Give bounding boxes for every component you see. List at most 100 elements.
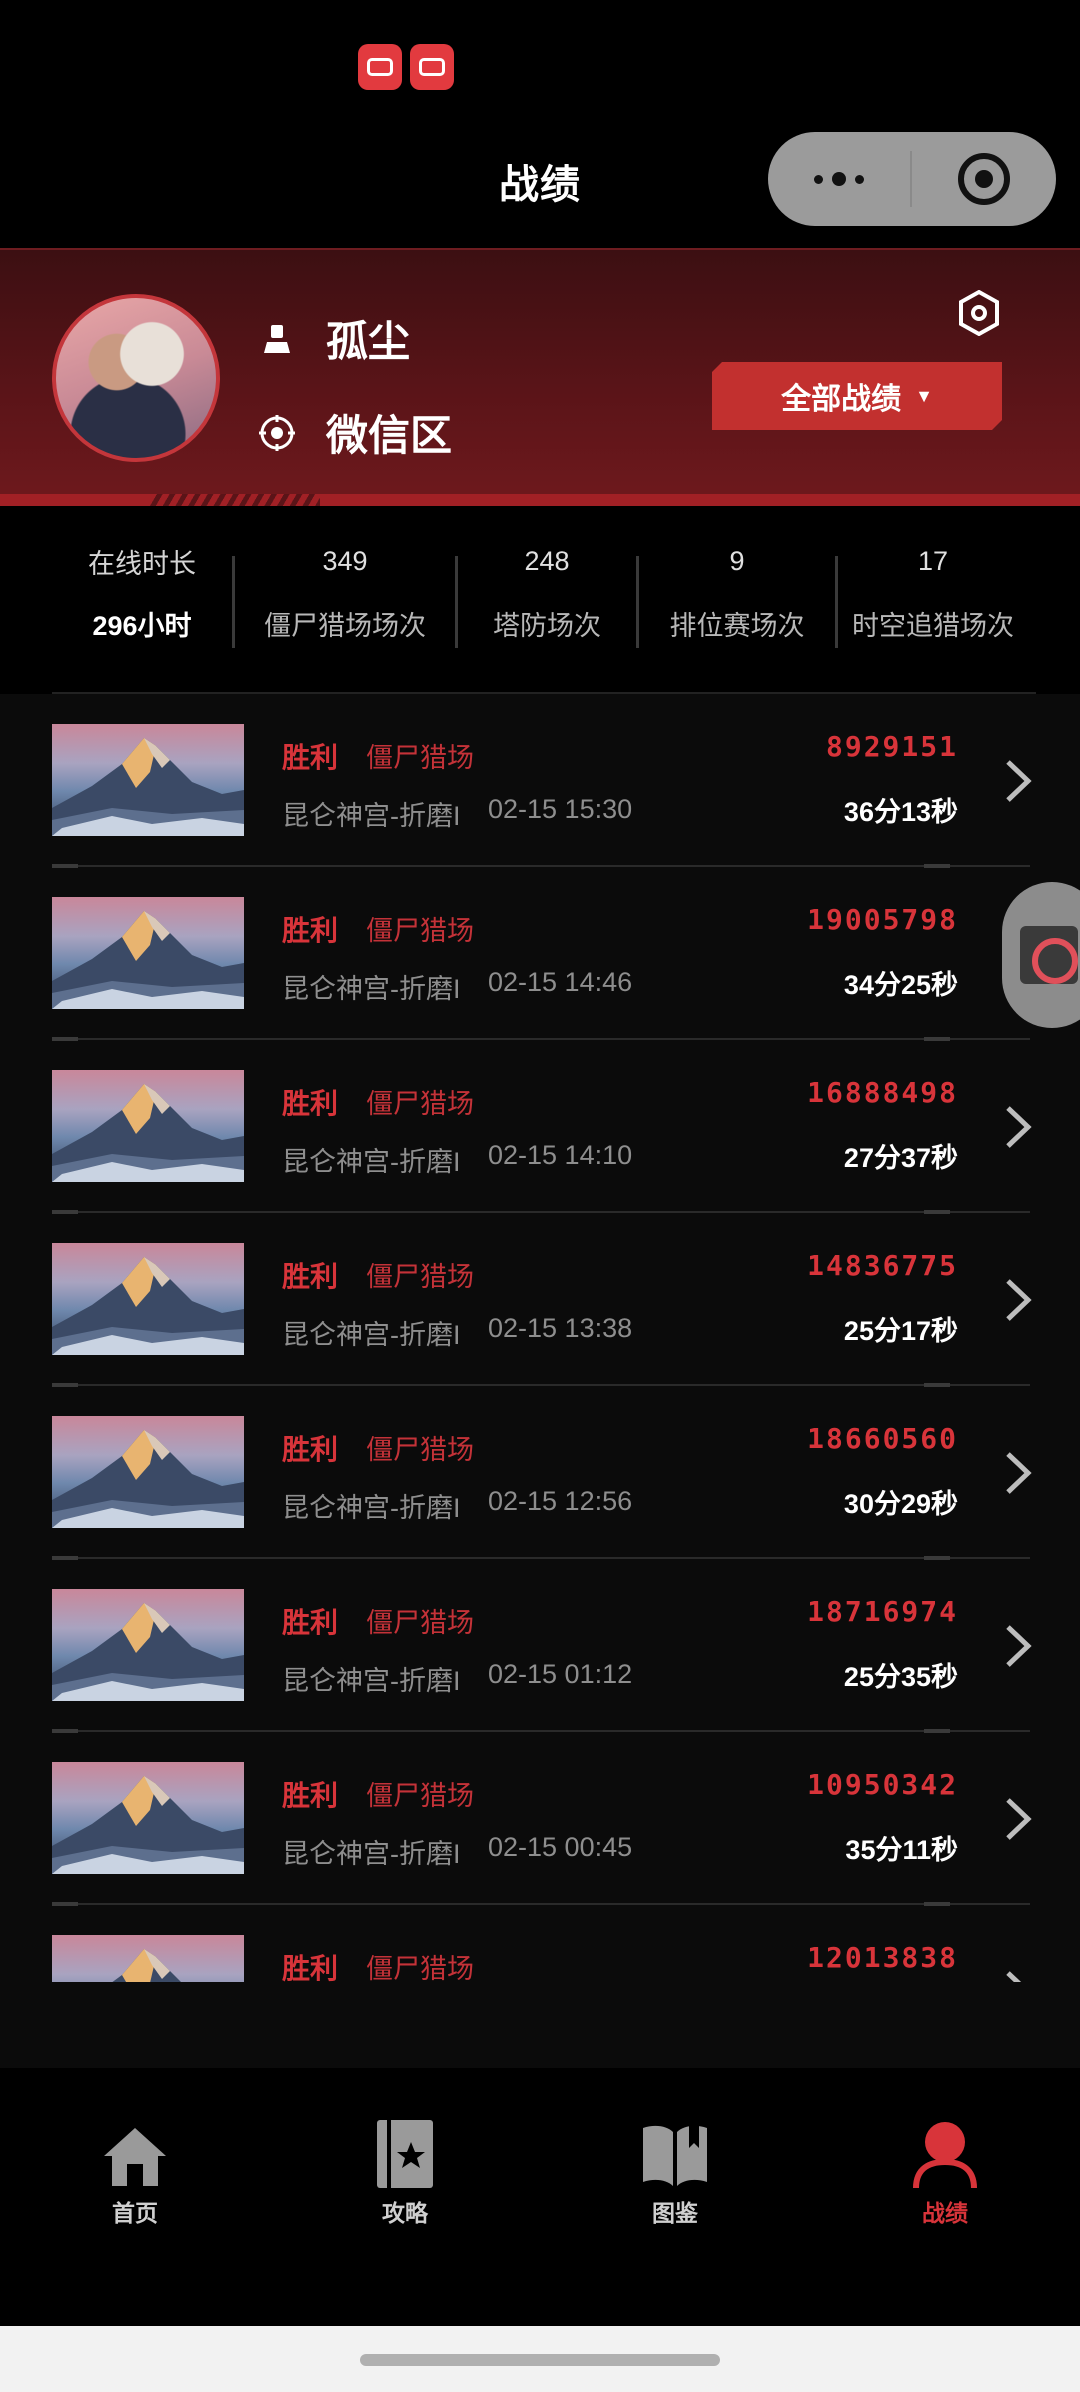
record-row[interactable]: 胜利 僵尸猎场 昆仑神宫-折磨I 02-15 00:45 10950342 35分11秒 (0, 1732, 1080, 1906)
status-notification-icons (358, 44, 454, 90)
all-records-dropdown[interactable]: 全部战绩 ▼ (712, 362, 1002, 430)
record-row[interactable]: 胜利 僵尸猎场 12013838 (0, 1905, 1080, 1982)
tab-home[interactable]: 首页 (0, 2068, 270, 2326)
map-thumbnail (52, 897, 244, 1009)
home-indicator[interactable] (360, 2354, 720, 2366)
game-mode: 僵尸猎场 (366, 1781, 474, 1811)
game-mode: 僵尸猎场 (366, 1435, 474, 1465)
home-icon (99, 2118, 171, 2190)
tab-label: 图鉴 (652, 2200, 698, 2226)
chevron-right-icon[interactable] (1000, 1621, 1036, 1671)
match-result: 胜利 (282, 1088, 339, 1119)
tab-label: 战绩 (922, 2200, 968, 2226)
map-thumbnail (52, 1243, 244, 1355)
record-row[interactable]: 胜利 僵尸猎场昆仑神宫-折磨I 02-15 14:10 16888498 27分37秒 (0, 1040, 1080, 1214)
app-top-bar: 战绩 (0, 0, 1080, 248)
book-icon (639, 2118, 711, 2190)
stat-label: 时空追猎场次 (852, 611, 1014, 641)
match-result: 胜利 (282, 1434, 339, 1465)
map-name: 昆仑神宫-折磨I (282, 1320, 461, 1350)
stat-zombie-hunt: 349 僵尸猎场场次 (235, 540, 455, 690)
profile-icon (909, 2118, 981, 2190)
record-row[interactable]: 胜利 僵尸猎场 昆仑神宫-折磨I 02-15 12:56 18660560 30分29秒 (0, 1386, 1080, 1560)
video-app-icon (410, 44, 454, 90)
header-divider (0, 494, 1080, 506)
map-thumbnail (52, 724, 244, 836)
match-duration: 34分25秒 (843, 970, 958, 1000)
match-time: 02-15 14:10 (488, 1140, 633, 1170)
hexagon-settings-icon[interactable] (956, 290, 1002, 336)
stats-summary: 在线时长 296小时 349 僵尸猎场场次 248 塔防场次 9 排位赛场次 1… (52, 540, 1028, 690)
match-result: 胜利 (282, 1780, 339, 1811)
player-name: 孤尘 (326, 318, 411, 365)
record-row[interactable]: 胜利 僵尸猎场 昆仑神宫-折磨I 02-15 15:30 8929151 36分13秒 (0, 694, 1080, 868)
stat-ranked: 9 排位赛场次 (639, 540, 835, 690)
match-result: 胜利 (282, 1261, 339, 1292)
match-duration: 36分13秒 (843, 797, 958, 827)
player-name-row: 孤尘 (258, 308, 410, 369)
match-duration: 30分29秒 (843, 1489, 958, 1519)
tab-records[interactable]: 战绩 (810, 2068, 1080, 2326)
crosshair-icon (258, 414, 296, 452)
avatar[interactable] (52, 294, 220, 462)
region-row: 微信区 (258, 402, 452, 463)
all-records-label: 全部战绩 (781, 383, 902, 416)
game-mode: 僵尸猎场 (366, 1089, 474, 1119)
close-miniprogram-icon[interactable] (912, 153, 1056, 205)
match-result: 胜利 (282, 915, 339, 946)
tab-encyclopedia[interactable]: 图鉴 (540, 2068, 810, 2326)
game-mode: 僵尸猎场 (366, 1954, 474, 1982)
stat-value: 248 (524, 545, 570, 576)
map-thumbnail (52, 1762, 244, 1874)
stat-online-time: 在线时长 296小时 (52, 540, 232, 690)
guide-icon (369, 2118, 441, 2190)
match-duration: 35分11秒 (845, 1835, 958, 1865)
floating-assistant-button[interactable] (1002, 882, 1080, 1028)
match-score: 19005798 (807, 903, 958, 936)
chevron-right-icon[interactable] (1000, 1275, 1036, 1325)
match-time: 02-15 13:38 (488, 1313, 633, 1343)
record-list[interactable]: 胜利 僵尸猎场 昆仑神宫-折磨I 02-15 15:30 8929151 36分13秒 胜利… (0, 694, 1080, 1982)
match-duration: 25分35秒 (843, 1662, 958, 1692)
user-icon (258, 320, 296, 358)
match-result: 胜利 (282, 1953, 339, 1982)
tab-guide[interactable]: 攻略 (270, 2068, 540, 2326)
stat-label: 塔防场次 (493, 611, 601, 641)
game-mode: 僵尸猎场 (366, 916, 474, 946)
dropdown-caret-icon: ▼ (915, 385, 933, 406)
map-name: 昆仑神宫-折磨I (282, 801, 461, 831)
chevron-right-icon[interactable] (1000, 1448, 1036, 1498)
stat-time-hunt: 17 时空追猎场次 (838, 540, 1028, 690)
record-row[interactable]: 胜利 僵尸猎场 昆仑神宫-折磨I 02-15 14:46 19005798 34分25秒 (0, 867, 1080, 1041)
match-result: 胜利 (282, 1607, 339, 1638)
record-row[interactable]: 胜利 僵尸猎场 昆仑神宫-折磨I 02-15 01:12 18716974 25分35秒 (0, 1559, 1080, 1733)
match-time: 02-15 12:56 (488, 1486, 633, 1516)
record-row[interactable]: 胜利 僵尸猎场 昆仑神宫-折磨I 02-15 13:38 14836775 25分17秒 (0, 1213, 1080, 1387)
map-thumbnail (52, 1935, 244, 1982)
tab-label: 攻略 (382, 2200, 428, 2226)
stat-value: 17 (917, 545, 949, 576)
game-mode: 僵尸猎场 (366, 743, 474, 773)
chevron-right-icon[interactable] (1000, 1967, 1036, 1982)
stat-value: 296小时 (92, 611, 192, 641)
map-thumbnail (52, 1416, 244, 1528)
chevron-right-icon[interactable] (1000, 756, 1036, 806)
stat-tower-defense: 248 塔防场次 (458, 540, 636, 690)
stat-value: 9 (729, 545, 745, 576)
system-gesture-area (0, 2326, 1080, 2392)
match-duration: 27分37秒 (843, 1143, 958, 1173)
chevron-right-icon[interactable] (1000, 1102, 1036, 1152)
region-name: 微信区 (326, 412, 453, 459)
match-result: 胜利 (282, 742, 339, 773)
tab-label: 首页 (112, 2200, 158, 2226)
chevron-right-icon[interactable] (1000, 1794, 1036, 1844)
stat-label: 僵尸猎场场次 (264, 611, 426, 641)
match-duration: 25分17秒 (843, 1316, 958, 1346)
map-name: 昆仑神宫-折磨I (282, 974, 461, 1004)
stat-label: 排位赛场次 (669, 611, 805, 641)
game-mode: 僵尸猎场 (366, 1608, 474, 1638)
more-icon[interactable] (768, 172, 910, 186)
match-score: 18660560 (807, 1422, 958, 1455)
match-score: 16888498 (807, 1076, 958, 1109)
map-name: 昆仑神宫-折磨I (282, 1147, 461, 1177)
